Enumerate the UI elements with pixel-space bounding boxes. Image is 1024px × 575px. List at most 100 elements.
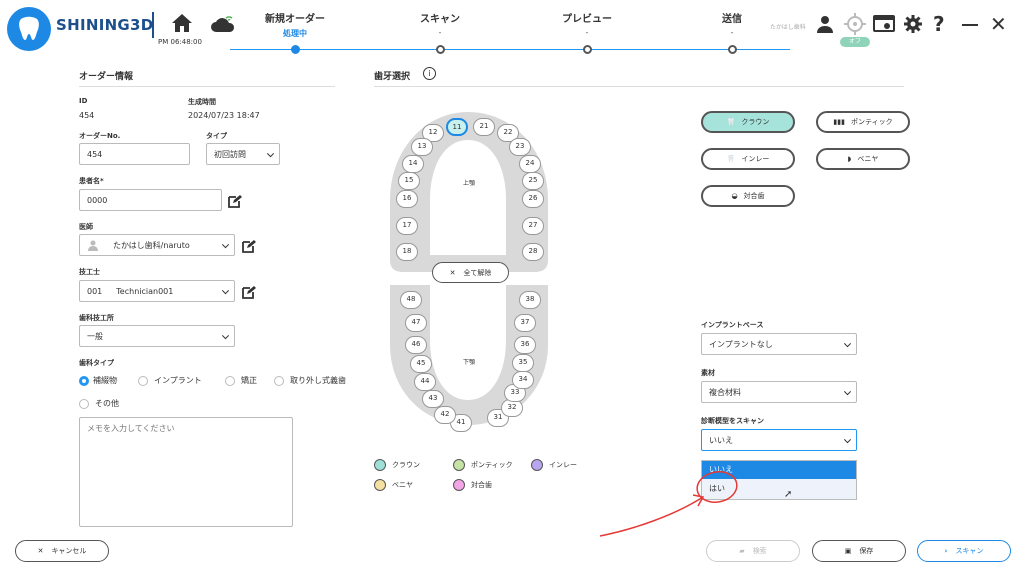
tooth-45[interactable]: 45 — [410, 355, 432, 373]
tooth-15[interactable]: 15 — [398, 172, 420, 190]
legend-item: インレー — [531, 459, 577, 471]
save-button[interactable]: ▣ 保存 — [812, 540, 906, 562]
scan-button[interactable]: › スキャン — [917, 540, 1011, 562]
cancel-button[interactable]: ✕ キャンセル — [15, 540, 109, 562]
id-label: ID — [79, 97, 88, 105]
tooth-17[interactable]: 17 — [396, 217, 418, 235]
scan-model-select[interactable]: いいえ — [701, 429, 857, 451]
antagonist-button[interactable]: ◒ 対合歯 — [701, 185, 795, 207]
cloud-device-icon[interactable] — [210, 14, 236, 40]
divider — [152, 12, 154, 38]
screen-record-icon[interactable] — [873, 14, 895, 38]
inlay-button[interactable]: 🦷 インレー — [701, 148, 795, 170]
implant-value: インプラントなし — [709, 339, 773, 349]
antagonist-label: 対合歯 — [743, 192, 765, 200]
legend-swatch — [374, 479, 386, 491]
search-label: 検索 — [752, 547, 767, 555]
search-button[interactable]: ▰ 検索 — [706, 540, 800, 562]
memo-textarea[interactable] — [79, 417, 293, 527]
tooth-47[interactable]: 47 — [405, 314, 427, 332]
step-2-dot — [583, 45, 592, 54]
save-icon: ▣ — [844, 547, 852, 555]
edit-icon[interactable] — [242, 284, 256, 303]
material-select[interactable]: 複合材料 — [701, 381, 857, 403]
radio-indicator — [225, 375, 235, 386]
tooth-37[interactable]: 37 — [514, 314, 536, 332]
tooth-35[interactable]: 35 — [512, 354, 534, 372]
veneer-button[interactable]: ◗ ベニヤ — [816, 148, 910, 170]
material-label: 素材 — [701, 369, 715, 377]
patient-input[interactable]: 0000 — [79, 189, 222, 211]
tooth-44[interactable]: 44 — [414, 373, 436, 391]
pontic-icon: ▮▮▮ — [833, 118, 845, 126]
step-2-label: プレビュー — [562, 14, 612, 25]
step-0-dot — [291, 45, 300, 54]
radio-label: 取り外し式義歯 — [290, 376, 346, 385]
tooth-16[interactable]: 16 — [396, 190, 418, 208]
tooth-28[interactable]: 28 — [522, 243, 544, 261]
divider — [79, 86, 335, 87]
tooth-38[interactable]: 38 — [519, 291, 541, 309]
tooth-43[interactable]: 43 — [422, 390, 444, 408]
lab-select[interactable]: 一般 — [79, 325, 235, 347]
status-badge: オフ — [840, 37, 870, 47]
implant-select[interactable]: インプラントなし — [701, 333, 857, 355]
user-name: たかはし歯科 — [770, 24, 806, 31]
tooth-27[interactable]: 27 — [522, 217, 544, 235]
step-0-status: 処理中 — [283, 29, 307, 38]
person-icon — [88, 240, 98, 251]
radio-prosthetic[interactable]: 補綴物 — [79, 375, 117, 386]
tooth-21[interactable]: 21 — [473, 118, 495, 136]
legend-label: 対合歯 — [471, 481, 492, 489]
tooth-25[interactable]: 25 — [522, 172, 544, 190]
tech-select[interactable]: 001 Technician001 — [79, 280, 235, 302]
radio-implant[interactable]: インプラント — [138, 375, 202, 386]
tooth-14[interactable]: 14 — [402, 155, 424, 173]
crown-label: クラウン — [741, 118, 770, 126]
antagonist-icon: ◒ — [731, 192, 738, 200]
tooth-48[interactable]: 48 — [400, 291, 422, 309]
target-icon[interactable] — [843, 12, 867, 40]
gear-icon[interactable] — [903, 14, 923, 38]
close-icon[interactable]: ✕ — [990, 12, 1007, 36]
radio-indicator — [79, 375, 89, 386]
chevron-down-icon — [221, 287, 230, 295]
step-2-status: - — [585, 28, 589, 37]
tooth-46[interactable]: 46 — [405, 336, 427, 354]
home-icon[interactable] — [170, 12, 194, 38]
created-label: 生成時間 — [188, 98, 216, 106]
tooth-36[interactable]: 36 — [514, 336, 536, 354]
type-select[interactable]: 初回訪問 — [206, 143, 280, 165]
minimize-icon[interactable] — [962, 24, 978, 26]
help-icon[interactable]: ? — [933, 12, 945, 36]
tooth-24[interactable]: 24 — [519, 155, 541, 173]
edit-icon[interactable] — [242, 238, 256, 257]
user-icon[interactable] — [815, 14, 835, 38]
tooth-13[interactable]: 13 — [411, 138, 433, 156]
tooth-26[interactable]: 26 — [522, 190, 544, 208]
crown-button[interactable]: 🦷 クラウン — [701, 111, 795, 133]
info-icon[interactable]: i — [423, 67, 436, 80]
upper-jaw-label: 上顎 — [463, 180, 476, 187]
legend-label: クラウン — [392, 461, 420, 469]
doctor-select[interactable]: たかはし歯科/naruto — [79, 234, 235, 256]
x-icon: ✕ — [37, 547, 44, 555]
legend-item: クラウン — [374, 459, 420, 471]
tooth-11[interactable]: 11 — [446, 118, 468, 136]
folder-search-icon: ▰ — [739, 547, 745, 555]
clear-all-button[interactable]: ✕ 全て解除 — [432, 262, 509, 283]
legend-swatch — [374, 459, 386, 471]
edit-icon[interactable] — [228, 193, 242, 212]
order-info-title: オーダー情報 — [79, 72, 134, 82]
radio-other[interactable]: その他 — [79, 398, 119, 409]
tooth-34[interactable]: 34 — [512, 371, 534, 389]
tooth-42[interactable]: 42 — [434, 406, 456, 424]
doctor-label: 医師 — [79, 223, 93, 231]
pontic-button[interactable]: ▮▮▮ ポンティック — [816, 111, 910, 133]
radio-ortho[interactable]: 矯正 — [225, 375, 257, 386]
tooth-23[interactable]: 23 — [509, 138, 531, 156]
radio-denture[interactable]: 取り外し式義歯 — [274, 375, 346, 386]
tooth-18[interactable]: 18 — [396, 243, 418, 261]
order-no-input[interactable]: 454 — [79, 143, 190, 165]
chevron-down-icon — [221, 332, 230, 340]
